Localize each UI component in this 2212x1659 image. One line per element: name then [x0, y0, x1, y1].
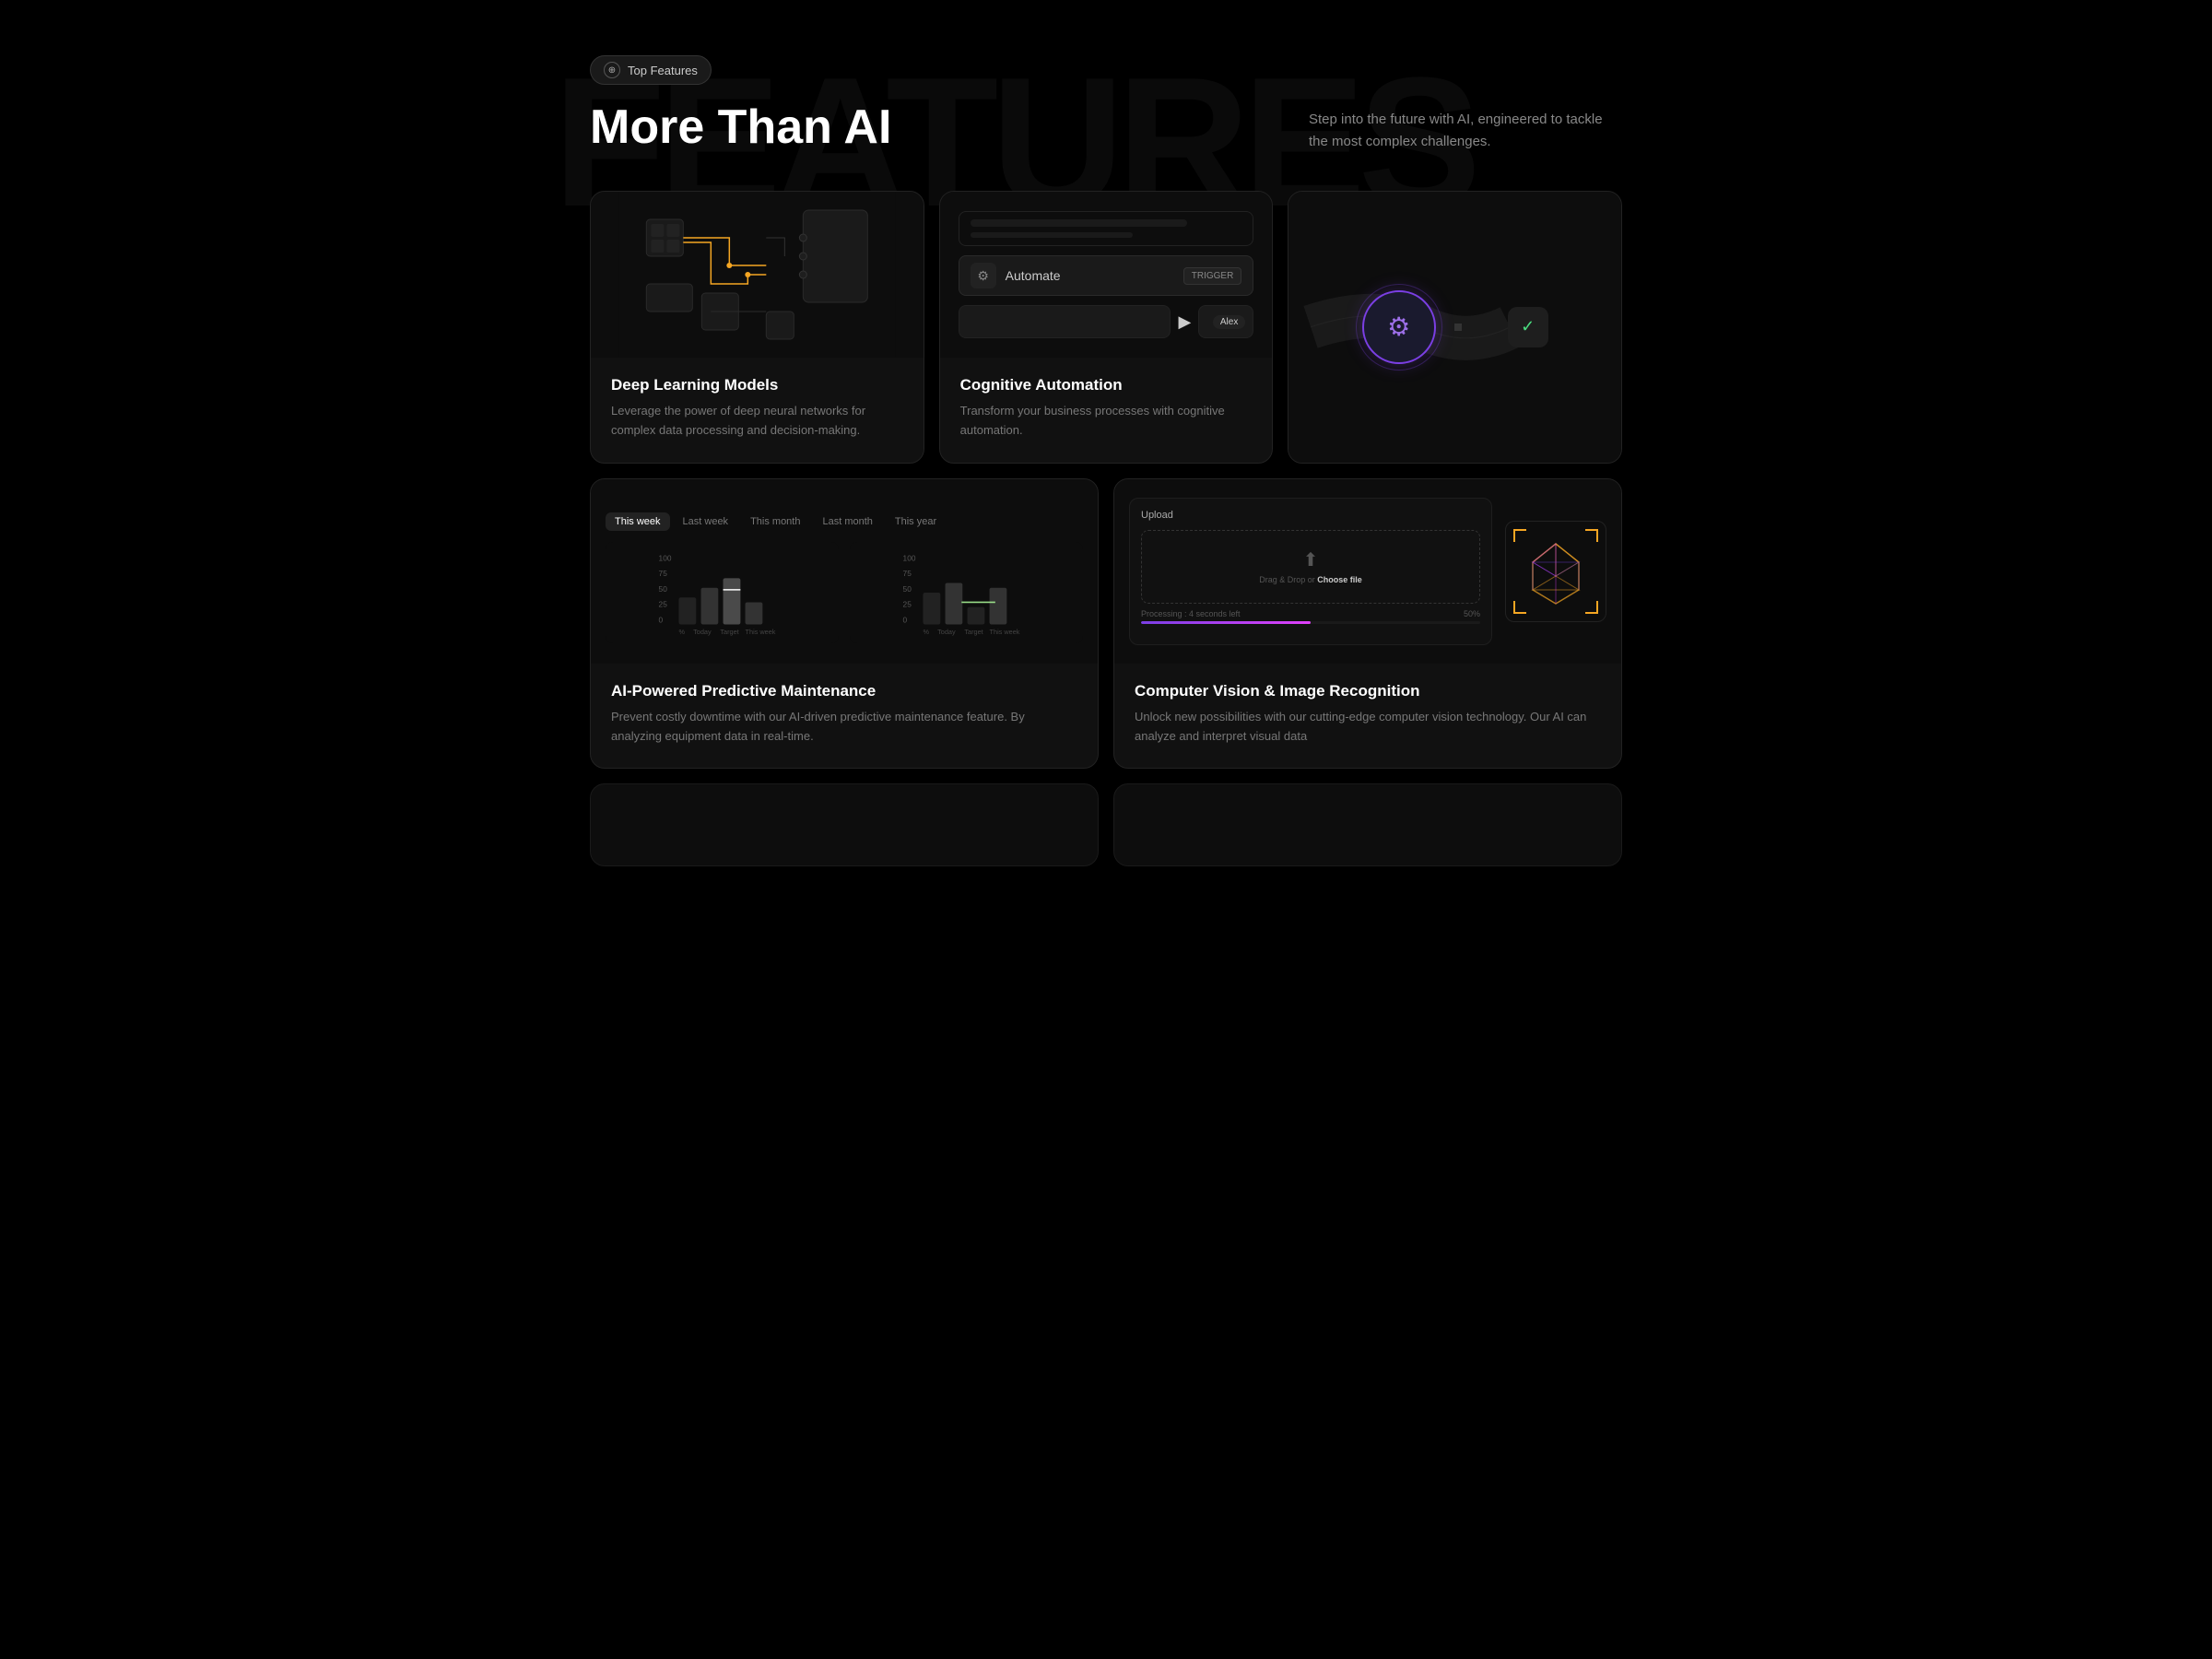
corner-tl: [1513, 529, 1526, 542]
svg-text:%: %: [679, 628, 686, 636]
processing-text: Processing : 4 seconds left: [1141, 609, 1241, 618]
predictive-maintenance-content: AI-Powered Predictive Maintenance Preven…: [591, 664, 1098, 769]
computer-vision-desc: Unlock new possibilities with our cuttin…: [1135, 708, 1601, 747]
bottom-cards-row: This week Last week This month Last mont…: [590, 478, 1622, 770]
header-description: Step into the future with AI, engineered…: [1309, 101, 1622, 153]
progress-percent: 50%: [1464, 609, 1480, 618]
chart-1: 100 75 50 25 0: [606, 542, 839, 643]
svg-text:0: 0: [903, 615, 908, 624]
advanced-nlp-content: Advanced NLP Go beyond basic NLP with ou…: [1288, 463, 1621, 464]
svg-text:100: 100: [659, 553, 672, 562]
svg-text:50: 50: [659, 584, 668, 594]
cognitive-automation-desc: Transform your business processes with c…: [960, 402, 1253, 441]
footer-cards-row: [590, 783, 1622, 866]
svg-text:25: 25: [903, 599, 912, 608]
choose-file-link[interactable]: Choose file: [1317, 575, 1362, 584]
chart-tabs: This week Last week This month Last mont…: [606, 512, 946, 531]
svg-text:75: 75: [903, 569, 912, 578]
computer-vision-title: Computer Vision & Image Recognition: [1135, 682, 1601, 700]
upload-title: Upload: [1141, 510, 1480, 521]
svg-text:%: %: [924, 628, 930, 636]
computer-vision-content: Computer Vision & Image Recognition Unlo…: [1114, 664, 1621, 769]
user-badge: Alex: [1213, 315, 1245, 329]
advanced-nlp-visual: ⚙ ✓: [1288, 192, 1621, 463]
computer-vision-visual: Upload ⬆ Drag & Drop or Choose file Proc…: [1114, 479, 1621, 664]
svg-text:Today: Today: [693, 628, 712, 636]
tab-last-week[interactable]: Last week: [674, 512, 738, 531]
svg-text:75: 75: [659, 569, 668, 578]
cognitive-automation-visual: ⚙ Automate TRIGGER ▶ Alex: [940, 192, 1273, 358]
tab-this-year[interactable]: This year: [886, 512, 946, 531]
deep-learning-card: Deep Learning Models Leverage the power …: [590, 191, 924, 464]
gear-icon: ⚙: [1387, 312, 1410, 342]
advanced-nlp-card: ⚙ ✓ Advanced NLP Go beyond basic NLP wit…: [1288, 191, 1622, 464]
deep-learning-title: Deep Learning Models: [611, 376, 903, 394]
predictive-maintenance-title: AI-Powered Predictive Maintenance: [611, 682, 1077, 700]
computer-vision-card: Upload ⬆ Drag & Drop or Choose file Proc…: [1113, 478, 1622, 770]
corner-br: [1585, 601, 1598, 614]
chart-2: 100 75 50 25 0: [850, 542, 1083, 643]
header-section: More Than AI Step into the future with A…: [590, 101, 1622, 154]
footer-card-left: [590, 783, 1099, 866]
svg-text:Target: Target: [964, 628, 982, 636]
nlp-check-box: ✓: [1508, 307, 1548, 347]
predictive-maintenance-desc: Prevent costly downtime with our AI-driv…: [611, 708, 1077, 747]
deep-learning-visual: [591, 192, 924, 358]
main-title: More Than AI: [590, 101, 891, 154]
svg-text:100: 100: [903, 553, 916, 562]
nlp-gear-circle: ⚙: [1362, 290, 1436, 364]
tab-this-month[interactable]: This month: [741, 512, 809, 531]
cognitive-automation-card: ⚙ Automate TRIGGER ▶ Alex Cognitive Aut: [939, 191, 1274, 464]
deep-learning-desc: Leverage the power of deep neural networ…: [611, 402, 903, 441]
mesh-visualization: [1505, 521, 1606, 622]
svg-text:25: 25: [659, 599, 668, 608]
svg-text:50: 50: [903, 584, 912, 594]
tab-this-week[interactable]: This week: [606, 512, 670, 531]
badge-label: Top Features: [628, 64, 698, 77]
drag-text: Drag & Drop or Choose file: [1259, 575, 1362, 584]
top-features-badge: ⊕ Top Features: [590, 55, 712, 85]
svg-text:0: 0: [659, 615, 664, 624]
automate-label: Automate: [1006, 268, 1174, 283]
predictive-maintenance-card: This week Last week This month Last mont…: [590, 478, 1099, 770]
corner-bl: [1513, 601, 1526, 614]
top-cards-row: Deep Learning Models Leverage the power …: [590, 191, 1622, 464]
svg-text:Today: Today: [937, 628, 956, 636]
badge-icon: ⊕: [604, 62, 620, 78]
footer-card-right: [1113, 783, 1622, 866]
svg-text:This week: This week: [990, 628, 1020, 636]
tab-last-month[interactable]: Last month: [813, 512, 881, 531]
predictive-maintenance-visual: This week Last week This month Last mont…: [591, 479, 1098, 664]
corner-tr: [1585, 529, 1598, 542]
nlp-connector-dot: [1454, 324, 1462, 331]
svg-text:Target: Target: [720, 628, 738, 636]
svg-text:This week: This week: [746, 628, 776, 636]
cognitive-automation-title: Cognitive Automation: [960, 376, 1253, 394]
trigger-btn[interactable]: TRIGGER: [1183, 267, 1242, 285]
deep-learning-content: Deep Learning Models Leverage the power …: [591, 358, 924, 463]
cognitive-automation-content: Cognitive Automation Transform your busi…: [940, 358, 1273, 463]
